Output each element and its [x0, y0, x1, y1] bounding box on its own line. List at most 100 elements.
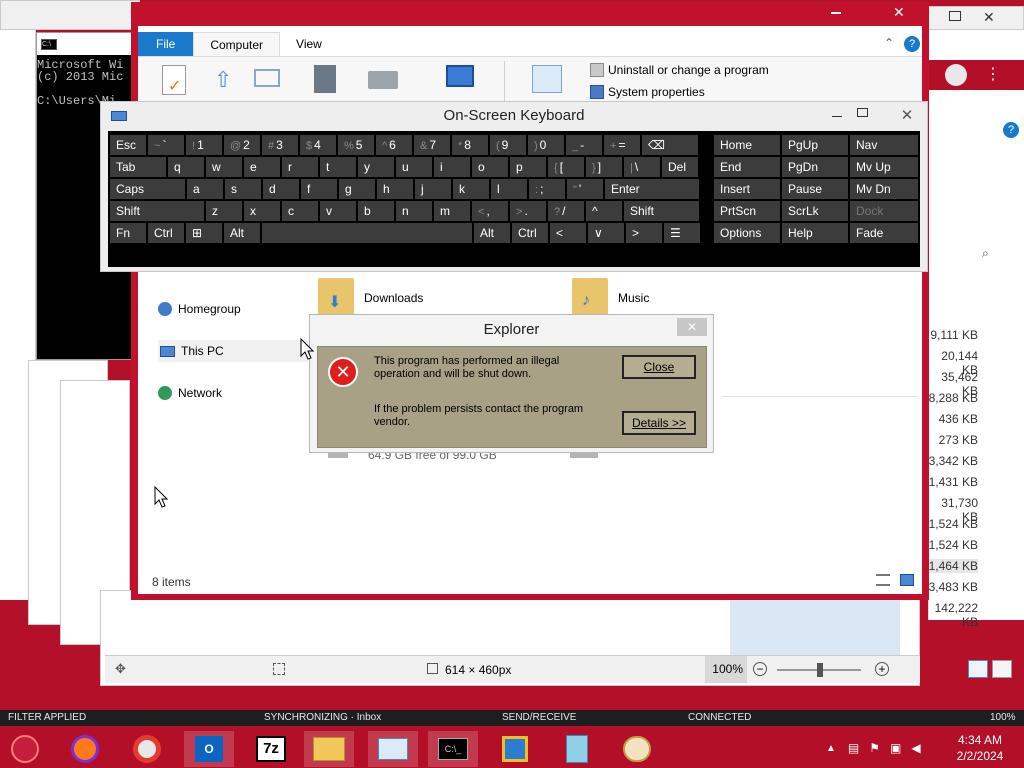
osk-key[interactable]: (9	[490, 135, 526, 155]
osk-titlebar[interactable]: On-Screen Keyboard ✕	[101, 102, 927, 130]
cmd-titlebar[interactable]: C:\	[37, 33, 139, 55]
taskbar-7zip[interactable]: 7z	[246, 731, 296, 767]
volume-icon[interactable]: ◀	[911, 741, 920, 755]
osk-key[interactable]: ∨	[588, 223, 624, 243]
osk-nav-key[interactable]: PgUp	[782, 135, 848, 155]
osk-key[interactable]: v	[320, 201, 356, 221]
osk-key[interactable]: Enter	[605, 179, 699, 199]
maximize-icon[interactable]	[857, 108, 868, 117]
zoom-slider-thumb[interactable]	[817, 663, 823, 677]
osk-nav-key[interactable]: Dock	[850, 201, 918, 221]
search-icon[interactable]: ⌕	[982, 246, 989, 261]
osk-nav-key[interactable]: Pause	[782, 179, 848, 199]
taskbar-app[interactable]	[552, 731, 602, 767]
osk-key[interactable]: n	[396, 201, 432, 221]
user-avatar-icon[interactable]	[945, 64, 967, 86]
osk-key[interactable]: b	[358, 201, 394, 221]
osk-key[interactable]: Del	[662, 157, 698, 177]
properties-icon[interactable]: ✓	[162, 65, 186, 95]
osk-key[interactable]: Caps	[110, 179, 185, 199]
osk-nav-key[interactable]: Insert	[714, 179, 780, 199]
details-view-icon[interactable]	[876, 574, 890, 586]
nav-homegroup[interactable]: Homegroup	[158, 298, 241, 320]
osk-key[interactable]: e	[244, 157, 280, 177]
start-button[interactable]	[0, 731, 50, 767]
osk-nav-key[interactable]: Home	[714, 135, 780, 155]
taskbar-outlook[interactable]: O	[184, 731, 234, 767]
osk-nav-key[interactable]: Mv Dn	[850, 179, 918, 199]
osk-key[interactable]: d	[263, 179, 299, 199]
taskbar-cmd[interactable]: C:\_	[428, 731, 478, 767]
osk-key[interactable]: >	[626, 223, 662, 243]
osk-key[interactable]: Shift	[110, 201, 204, 221]
osk-key[interactable]: Shift	[624, 201, 699, 221]
osk-nav-key[interactable]: Nav	[850, 135, 918, 155]
osk-key[interactable]: a	[187, 179, 223, 199]
move-icon[interactable]: ✥	[115, 661, 126, 677]
osk-key[interactable]: {[	[548, 157, 584, 177]
explorer-titlebar[interactable]: ✕	[131, 2, 929, 26]
menu-dots-icon[interactable]: ⋮	[985, 64, 1001, 84]
osk-nav-key[interactable]: ScrLk	[782, 201, 848, 221]
uninstall-link[interactable]: Uninstall or change a program	[608, 63, 769, 77]
control-panel-icon[interactable]	[532, 65, 562, 93]
osk-key[interactable]: o	[472, 157, 508, 177]
details-button[interactable]: Details >>	[622, 411, 696, 435]
osk-key[interactable]: Fn	[110, 223, 146, 243]
view-toggle-icon[interactable]	[968, 660, 988, 678]
osk-key[interactable]: Alt	[224, 223, 260, 243]
network-drive-icon[interactable]	[368, 71, 398, 89]
osk-key[interactable]: :;	[529, 179, 565, 199]
minimize-icon[interactable]	[831, 12, 841, 14]
osk-key[interactable]: * 8	[452, 135, 488, 155]
osk-key[interactable]: Ctrl	[148, 223, 184, 243]
taskbar-file-explorer[interactable]	[304, 731, 354, 767]
osk-key[interactable]: j	[415, 179, 451, 199]
file-explorer-window[interactable]: ✕ File Computer View ⌃ ? ✓ ⇧ Uninstall o…	[131, 2, 989, 600]
osk-key[interactable]: ^ 6	[376, 135, 412, 155]
media-icon[interactable]	[314, 65, 336, 93]
osk-key[interactable]: @2	[224, 135, 260, 155]
rename-icon[interactable]	[254, 69, 280, 87]
osk-nav-key[interactable]: Mv Up	[850, 157, 918, 177]
large-icons-view-icon[interactable]	[900, 574, 914, 586]
network-icon[interactable]: ▤	[848, 741, 859, 755]
help-icon[interactable]: ?	[904, 36, 920, 52]
osk-key[interactable]: y	[358, 157, 394, 177]
osk-key[interactable]: $4	[300, 135, 336, 155]
osk-nav-key[interactable]: Options	[714, 223, 780, 243]
osk-key[interactable]: Ctrl	[512, 223, 548, 243]
nav-this-pc[interactable]: This PC	[158, 340, 308, 362]
osk-key[interactable]: z	[206, 201, 242, 221]
osk-key[interactable]	[262, 223, 472, 243]
osk-key[interactable]: c	[282, 201, 318, 221]
close-icon[interactable]: ✕	[677, 318, 707, 336]
view-toggle-icon[interactable]	[992, 660, 1012, 678]
osk-key[interactable]: i	[434, 157, 470, 177]
show-hidden-icons[interactable]: ▲	[826, 743, 836, 754]
taskbar-osk[interactable]	[368, 731, 418, 767]
help-icon[interactable]: ?	[1003, 122, 1019, 138]
zoom-in-icon[interactable]: +	[875, 662, 889, 676]
open-icon[interactable]: ⇧	[214, 67, 232, 93]
osk-key[interactable]: g	[339, 179, 375, 199]
osk-key[interactable]: f	[301, 179, 337, 199]
osk-key[interactable]: ⌫	[642, 135, 698, 155]
osk-key[interactable]: <	[550, 223, 586, 243]
flag-icon[interactable]: ⚑	[869, 741, 880, 755]
osk-nav-key[interactable]: End	[714, 157, 780, 177]
taskbar-clock[interactable]: 4:34 AM 2/2/2024	[940, 732, 1020, 764]
osk-key[interactable]: <,	[472, 201, 508, 221]
osk-key[interactable]: ? /	[548, 201, 584, 221]
osk-key[interactable]: h	[377, 179, 413, 199]
osk-key[interactable]: }]	[586, 157, 622, 177]
zoom-out-icon[interactable]: −	[753, 662, 767, 676]
on-screen-keyboard-window[interactable]: On-Screen Keyboard ✕ Esc ~ `! 1 @2 #3 $4% 5 ^ 6 & 7…	[100, 101, 928, 272]
taskbar-paint[interactable]	[612, 731, 662, 767]
taskbar-chrome[interactable]	[122, 731, 172, 767]
osk-key[interactable]: ) 0	[528, 135, 564, 155]
osk-key[interactable]: r	[282, 157, 318, 177]
osk-key[interactable]: " '	[567, 179, 603, 199]
osk-nav-key[interactable]: PrtScn	[714, 201, 780, 221]
osk-key[interactable]: ~ `	[148, 135, 184, 155]
